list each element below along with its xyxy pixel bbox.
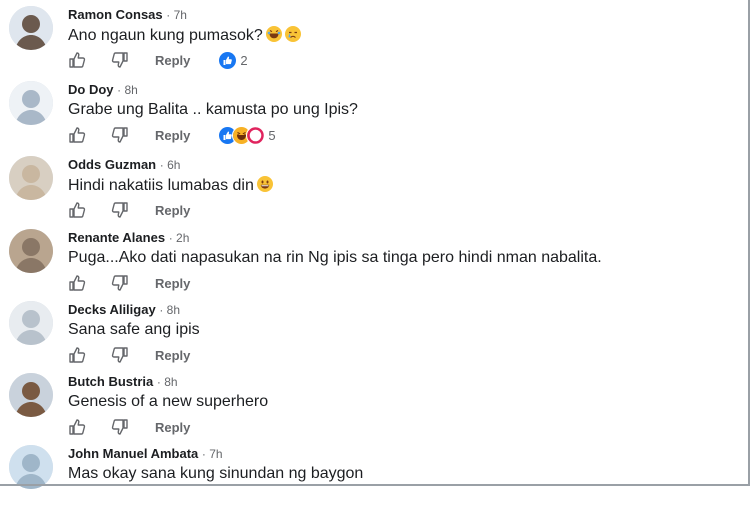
comment-text: Genesis of a new superhero (68, 393, 268, 411)
reply-button[interactable]: Reply (155, 203, 190, 218)
dislike-icon[interactable] (111, 51, 129, 69)
like-icon[interactable] (68, 126, 86, 144)
laughing-face-emoji (265, 26, 282, 42)
comment-timestamp[interactable]: · 7h (166, 8, 187, 22)
comment-item: Odds Guzman · 6h Hindi nakatiis lumabas d… (0, 150, 740, 222)
like-icon[interactable] (68, 418, 86, 436)
comment-text: Sana safe ang ipis (68, 321, 200, 339)
comment-item: Decks Aliligay · 8h Sana safe ang ipis Rep… (0, 295, 740, 367)
reaction-summary[interactable]: 5 (218, 125, 276, 145)
comment-header: Decks Aliligay · 8h (68, 302, 180, 317)
comment-text: Ano ngaun kung pumasok? (68, 26, 301, 45)
comment-timestamp[interactable]: · 8h (157, 375, 178, 389)
comment-text-content: Mas okay sana kung sinundan ng baygon (68, 465, 364, 482)
avatar[interactable] (9, 229, 53, 273)
avatar[interactable] (9, 81, 53, 125)
comment-header: Do Doy · 8h (68, 82, 138, 97)
comment-text-content: Sana safe ang ipis (68, 321, 200, 338)
avatar[interactable] (9, 156, 53, 200)
comment-text-content: Puga...Ako dati napasukan na rin Ng ipis… (68, 249, 602, 266)
comment-header: Ramon Consas · 7h (68, 7, 187, 22)
commenter-name[interactable]: Renante Alanes (68, 230, 165, 245)
reply-button[interactable]: Reply (155, 420, 190, 435)
comment-item: Ramon Consas · 7h Ano ngaun kung pumasok?… (0, 0, 740, 72)
avatar[interactable] (9, 373, 53, 417)
commenter-name[interactable]: Odds Guzman (68, 157, 156, 172)
comment-text-content: Hindi nakatiis lumabas din (68, 177, 254, 194)
comment-text: Hindi nakatiis lumabas din (68, 176, 273, 195)
like-reaction-icon (218, 50, 238, 70)
comment-text-content: Genesis of a new superhero (68, 393, 269, 410)
tearful-face-emoji (284, 26, 301, 42)
like-icon[interactable] (68, 274, 86, 292)
reply-button[interactable]: Reply (155, 128, 190, 143)
commenter-name[interactable]: Do Doy (68, 82, 114, 97)
comment-item: Butch Bustria · 8h Genesis of a new super… (0, 367, 740, 439)
commenter-name[interactable]: Decks Aliligay (68, 302, 156, 317)
comment-timestamp[interactable]: · 8h (159, 303, 180, 317)
comment-text-content: Grabe ung Balita .. kamusta po ung Ipis? (68, 101, 358, 118)
comment-header: Butch Bustria · 8h (68, 374, 178, 389)
comment-timestamp[interactable]: · 6h (160, 158, 181, 172)
dislike-icon[interactable] (111, 418, 129, 436)
dislike-icon[interactable] (111, 274, 129, 292)
comment-text: Grabe ung Balita .. kamusta po ung Ipis? (68, 101, 358, 119)
like-icon[interactable] (68, 51, 86, 69)
comment-item: Renante Alanes · 2h Puga...Ako dati napas… (0, 223, 740, 295)
reaction-count: 2 (240, 52, 248, 68)
comment-timestamp[interactable]: · 2h (169, 231, 190, 245)
reply-button[interactable]: Reply (155, 276, 190, 291)
avatar[interactable] (9, 6, 53, 50)
comment-item: John Manuel Ambata · 7h Mas okay sana kun… (0, 439, 740, 511)
reply-button[interactable]: Reply (155, 348, 190, 363)
comment-item: Do Doy · 8h Grabe ung Balita .. kamusta p… (0, 75, 740, 147)
comment-actions: Reply (68, 201, 190, 219)
comment-timestamp[interactable]: · 7h (202, 447, 223, 461)
reaction-summary[interactable]: 2 (218, 50, 248, 70)
avatar[interactable] (9, 445, 53, 489)
reply-button[interactable]: Reply (155, 53, 190, 68)
comment-actions: Reply 5 (68, 125, 276, 145)
reaction-count: 5 (268, 127, 276, 143)
comment-timestamp[interactable]: · 8h (117, 83, 138, 97)
dislike-icon[interactable] (111, 201, 129, 219)
like-icon[interactable] (68, 201, 86, 219)
dislike-icon[interactable] (111, 126, 129, 144)
comment-text: Puga...Ako dati napasukan na rin Ng ipis… (68, 249, 602, 267)
comment-text: Mas okay sana kung sinundan ng baygon (68, 465, 363, 483)
avatar[interactable] (9, 301, 53, 345)
love-reaction-icon (246, 125, 266, 145)
commenter-name[interactable]: Ramon Consas (68, 7, 163, 22)
comment-actions: Reply (68, 346, 190, 364)
comment-actions: Reply (68, 274, 190, 292)
comment-text-content: Ano ngaun kung pumasok? (68, 27, 263, 44)
grinning-face-emoji (256, 176, 273, 192)
like-icon[interactable] (68, 346, 86, 364)
dislike-icon[interactable] (111, 346, 129, 364)
comment-actions: Reply (68, 418, 190, 436)
comment-header: John Manuel Ambata · 7h (68, 446, 223, 461)
commenter-name[interactable]: Butch Bustria (68, 374, 153, 389)
commenter-name[interactable]: John Manuel Ambata (68, 446, 198, 461)
comment-header: Odds Guzman · 6h (68, 157, 180, 172)
comment-actions: Reply 2 (68, 50, 248, 70)
comment-header: Renante Alanes · 2h (68, 230, 189, 245)
